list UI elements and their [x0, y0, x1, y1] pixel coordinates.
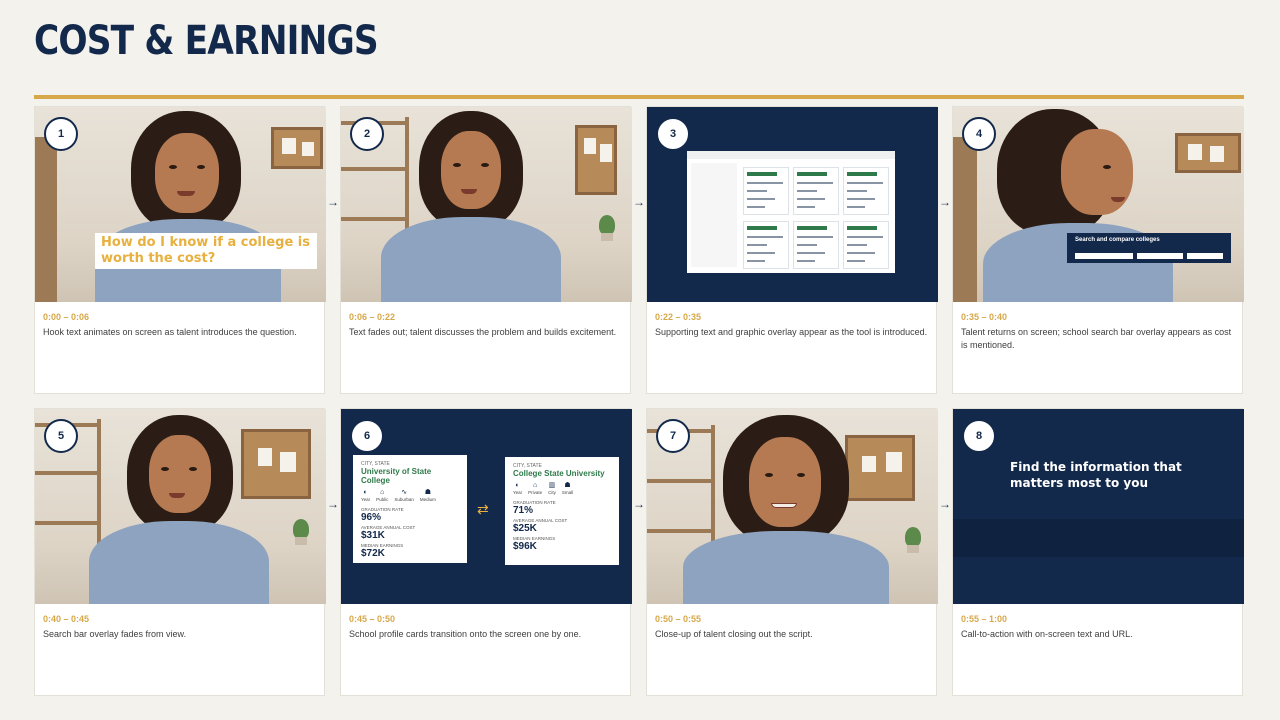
year-icon: ◐ Year	[361, 489, 371, 502]
storyboard-panel-2: 2 0:06 – 0:22 Text fades out; talent dis…	[340, 106, 632, 394]
panel-description: Search bar overlay fades from view.	[43, 629, 187, 639]
school-profile-card: CITY, STATE College State University ◐ Ye…	[505, 457, 619, 565]
cost-value: $31K	[361, 530, 385, 541]
suburban-icon: ∿ Suburban	[394, 489, 414, 502]
earnings-value: $96K	[513, 541, 537, 552]
storyboard-panel-7: 7 0:50 – 0:55 Close-up of talent closing…	[646, 408, 938, 696]
arrow-icon: →	[939, 195, 951, 209]
page-title: COST & EARNINGS	[34, 18, 379, 64]
people-icon: ☗ Small	[561, 482, 574, 495]
panel-1-frame: How do I know if a college is worth the …	[35, 107, 326, 302]
cta-text-overlay: Find the information that matters most t…	[1010, 460, 1182, 490]
panel-description: Call-to-action with on-screen text and U…	[961, 629, 1133, 639]
storyboard-panel-3: 3 0:22 – 0:35 Supporting text and graphi…	[646, 106, 938, 394]
school-name: University of State College	[361, 467, 432, 485]
panel-3-frame	[647, 107, 938, 302]
panel-2-frame	[341, 107, 632, 302]
grad-rate-value: 96%	[361, 512, 382, 523]
arrow-icon: →	[633, 497, 645, 511]
panel-time: 0:06 – 0:22	[349, 312, 396, 322]
panel-time: 0:45 – 0:50	[349, 614, 396, 624]
storyboard-panel-1: How do I know if a college is worth the …	[34, 106, 326, 394]
year-icon: ◐ Year	[513, 482, 523, 495]
panel-description: Supporting text and graphic overlay appe…	[655, 327, 928, 337]
search-bar-heading: Search and compare colleges	[1075, 237, 1160, 243]
school-search-bar-overlay: Search and compare colleges	[1067, 233, 1231, 263]
storyboard-grid: How do I know if a college is worth the …	[34, 106, 1244, 696]
panel-description: Close-up of talent closing out the scrip…	[655, 629, 813, 639]
panel-number-badge: 3	[656, 117, 690, 151]
hook-text-overlay: How do I know if a college is worth the …	[95, 233, 317, 269]
panel-time: 0:55 – 1:00	[961, 614, 1008, 624]
panel-description: School profile cards transition onto the…	[349, 629, 582, 639]
panel-number-badge: 4	[962, 117, 996, 151]
earnings-value: $72K	[361, 548, 385, 559]
people-icon: ☗ Medium	[419, 489, 436, 502]
cost-value: $25K	[513, 523, 537, 534]
school-profile-card: CITY, STATE University of State College …	[353, 455, 467, 563]
title-divider	[34, 95, 1244, 99]
panel-number-badge: 7	[656, 419, 690, 453]
panel-time: 0:00 – 0:06	[43, 312, 90, 322]
storyboard-panel-5: 5 0:40 – 0:45 Search bar overlay fades f…	[34, 408, 326, 696]
panel-6-frame: CITY, STATE University of State College …	[341, 409, 632, 604]
panel-description: Text fades out; talent discusses the pro…	[349, 327, 617, 337]
arrow-icon: →	[327, 497, 339, 511]
panel-number-badge: 2	[350, 117, 384, 151]
grad-rate-value: 71%	[513, 505, 534, 516]
arrow-icon: →	[939, 497, 951, 511]
panel-time: 0:40 – 0:45	[43, 614, 90, 624]
storyboard-panel-6: CITY, STATE University of State College …	[340, 408, 632, 696]
storyboard-panel-8: Find the information that matters most t…	[952, 408, 1244, 696]
panel-8-frame: Find the information that matters most t…	[953, 409, 1244, 604]
building-icon: ⌂ Public	[376, 489, 389, 502]
panel-number-badge: 1	[44, 117, 78, 151]
panel-time: 0:22 – 0:35	[655, 312, 702, 322]
panel-number-badge: 6	[350, 419, 384, 453]
panel-4-frame: Search and compare colleges	[953, 107, 1244, 302]
tool-screenshot-overlay	[687, 151, 895, 273]
panel-time: 0:35 – 0:40	[961, 312, 1008, 322]
panel-5-frame	[35, 409, 326, 604]
panel-number-badge: 5	[44, 419, 78, 453]
panel-description: Talent returns on screen; school search …	[961, 327, 1232, 350]
panel-description: Hook text animates on screen as talent i…	[43, 327, 297, 337]
panel-time: 0:50 – 0:55	[655, 614, 702, 624]
building-icon: ⌂ Private	[528, 482, 543, 495]
school-name: College State University	[513, 469, 605, 478]
arrow-icon: →	[327, 195, 339, 209]
storyboard-panel-4: Search and compare colleges 4 0:35 – 0:4…	[952, 106, 1244, 394]
arrow-icon: →	[633, 195, 645, 209]
swap-arrows-icon: ⇄	[477, 501, 489, 517]
city-icon: ▥ City	[548, 482, 556, 495]
panel-number-badge: 8	[962, 419, 996, 453]
panel-7-frame	[647, 409, 938, 604]
